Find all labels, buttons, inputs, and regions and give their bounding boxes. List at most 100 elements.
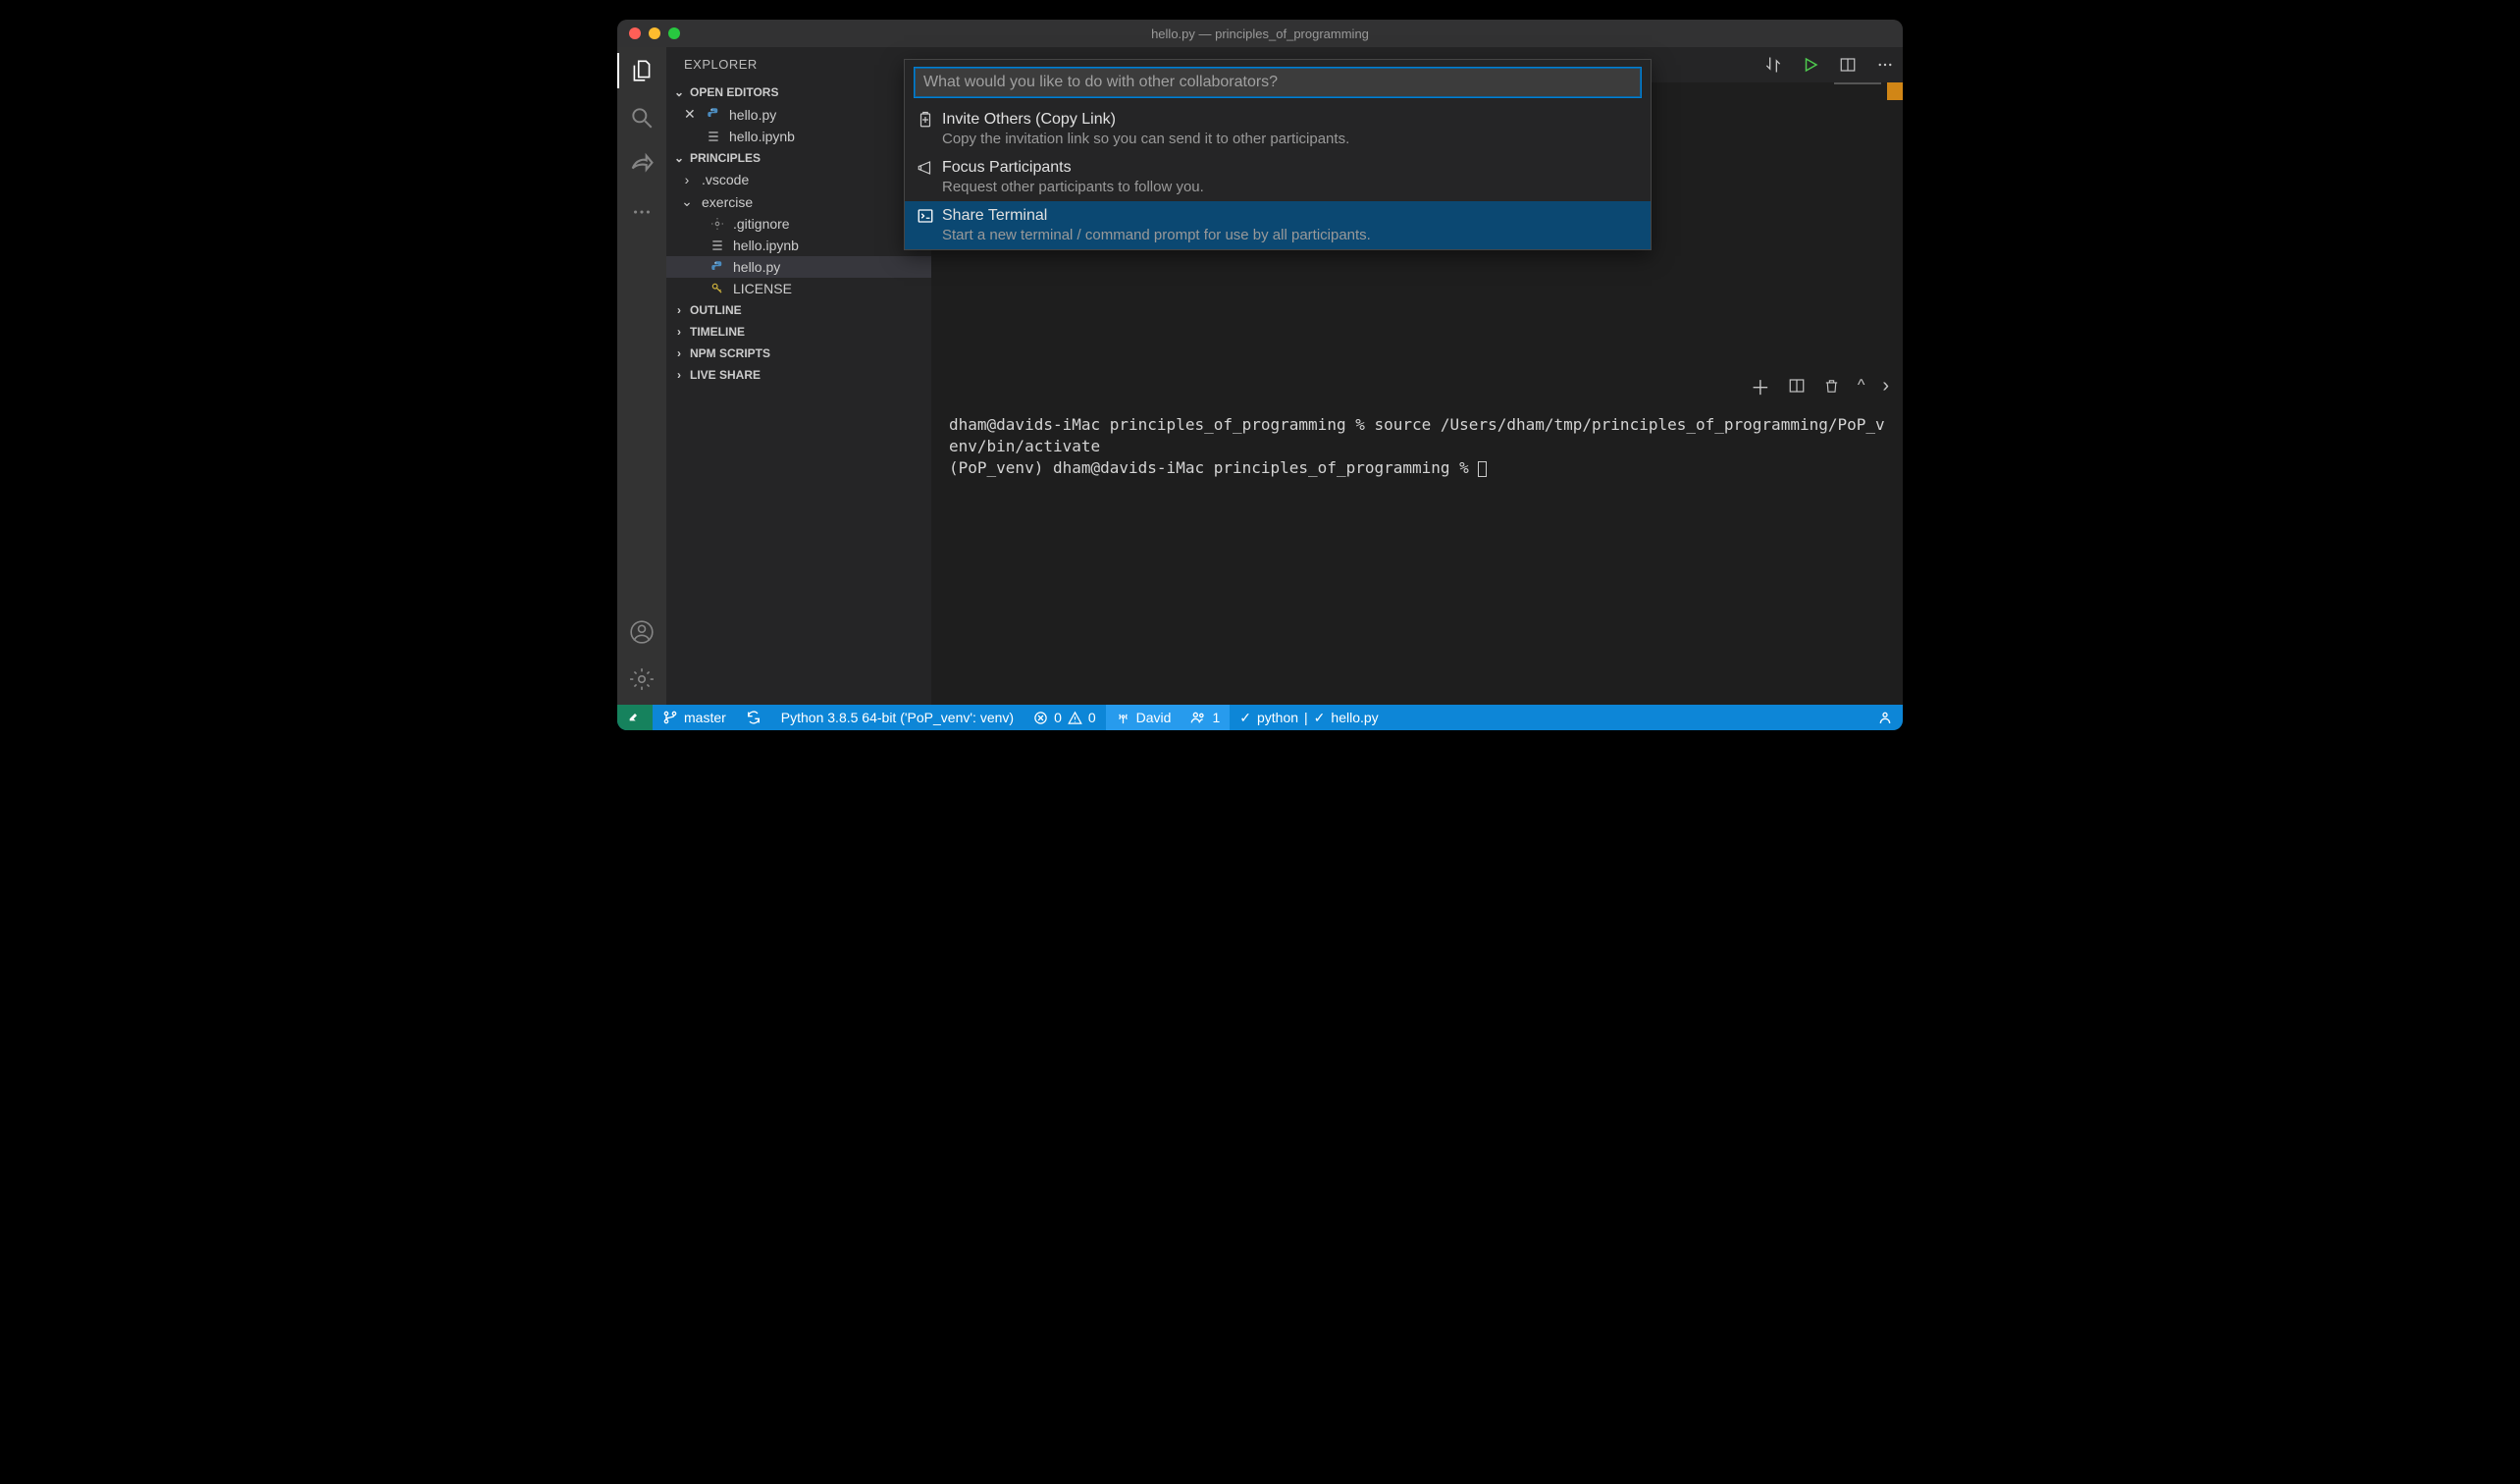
gear-icon (629, 666, 655, 692)
lang-label: python (1257, 710, 1298, 725)
minimap-marker (1887, 82, 1903, 100)
user-name: David (1136, 710, 1172, 725)
open-editors-label: OPEN EDITORS (690, 85, 778, 99)
chevron-down-icon: ⌄ (680, 193, 694, 210)
expand-icon[interactable]: › (1882, 375, 1889, 398)
trash-icon[interactable] (1823, 378, 1840, 395)
share-arrow-icon (628, 151, 656, 179)
python-interpreter[interactable]: Python 3.8.5 64-bit ('PoP_venv': venv) (771, 705, 1024, 730)
sync-icon (746, 710, 761, 725)
terminal-cursor (1478, 461, 1487, 477)
terminal-output[interactable]: dham@davids-iMac principles_of_programmi… (931, 406, 1903, 706)
file-name: hello.py (733, 259, 780, 275)
git-branch[interactable]: master (653, 705, 736, 730)
file-item[interactable]: hello.py (666, 256, 931, 278)
timeline-section[interactable]: › TIMELINE (666, 321, 931, 343)
run-icon[interactable] (1801, 55, 1820, 75)
interpreter-label: Python 3.8.5 64-bit ('PoP_venv': venv) (781, 710, 1014, 725)
terminal-line: (PoP_venv) dham@davids-iMac principles_o… (949, 458, 1478, 477)
file-item[interactable]: .gitignore (666, 213, 931, 235)
close-icon[interactable]: ✕ (684, 106, 698, 123)
search-tab[interactable] (628, 104, 656, 132)
terminal-line: dham@davids-iMac principles_of_programmi… (949, 415, 1885, 455)
lint-status[interactable]: ✓ python | ✓ hello.py (1230, 705, 1388, 730)
input-placeholder: What would you like to do with other col… (923, 74, 1278, 91)
file-label: hello.py (1331, 710, 1378, 725)
terminal-toolbar: ＋ ^ › (931, 366, 1903, 406)
file-item[interactable]: hello.ipynb (666, 235, 931, 256)
file-item[interactable]: LICENSE (666, 278, 931, 299)
check-icon: ✓ (1314, 710, 1326, 726)
command-title: Invite Others (Copy Link) (942, 111, 1116, 129)
command-item-share-terminal[interactable]: Share Terminal Start a new terminal / co… (905, 201, 1651, 249)
warning-icon (1068, 711, 1082, 725)
command-palette: What would you like to do with other col… (904, 59, 1652, 250)
panel-label: NPM SCRIPTS (690, 346, 770, 360)
check-icon: ✓ (1239, 710, 1251, 726)
antenna-icon (1116, 711, 1130, 725)
command-item-invite[interactable]: Invite Others (Copy Link) Copy the invit… (905, 105, 1651, 153)
participant-count: 1 (1212, 710, 1220, 725)
key-icon (709, 281, 725, 296)
error-icon (1033, 711, 1048, 725)
panel-label: LIVE SHARE (690, 368, 761, 382)
open-editors-section[interactable]: ⌄ OPEN EDITORS (666, 81, 931, 103)
file-name: hello.ipynb (733, 238, 799, 253)
python-icon (709, 259, 725, 275)
split-terminal-icon[interactable] (1788, 377, 1806, 395)
open-editor-item[interactable]: ✕ hello.py (666, 103, 931, 126)
file-name: hello.py (729, 107, 776, 123)
panel-label: OUTLINE (690, 303, 742, 317)
chevron-right-icon: › (680, 172, 694, 187)
command-title: Share Terminal (942, 207, 1047, 225)
more-tab[interactable] (628, 198, 656, 226)
liveshare-status[interactable] (617, 705, 653, 730)
folder-item[interactable]: ⌄ exercise (666, 190, 931, 213)
command-input[interactable]: What would you like to do with other col… (915, 68, 1641, 97)
people-icon (1190, 710, 1206, 725)
feedback-button[interactable] (1867, 705, 1903, 730)
compare-icon[interactable] (1763, 55, 1783, 75)
folder-item[interactable]: › .vscode (666, 169, 931, 190)
folder-name: exercise (702, 194, 753, 210)
command-desc: Copy the invitation link so you can send… (917, 131, 1639, 147)
notebook-icon (706, 129, 721, 144)
more-actions-icon[interactable] (1875, 55, 1895, 75)
app-window: hello.py — principles_of_programming (617, 20, 1903, 730)
chevron-right-icon: › (672, 325, 686, 339)
participants[interactable]: 1 (1181, 705, 1230, 730)
open-editor-item[interactable]: hello.ipynb (666, 126, 931, 147)
chevron-right-icon: › (672, 303, 686, 317)
project-section[interactable]: ⌄ PRINCIPLES (666, 147, 931, 169)
new-terminal-icon[interactable]: ＋ (1751, 372, 1770, 400)
liveshare-section[interactable]: › LIVE SHARE (666, 364, 931, 386)
titlebar: hello.py — principles_of_programming (617, 20, 1903, 47)
outline-section[interactable]: › OUTLINE (666, 299, 931, 321)
liveshare-tab[interactable] (628, 151, 656, 179)
split-editor-icon[interactable] (1838, 55, 1858, 75)
sync-button[interactable] (736, 705, 771, 730)
collapse-icon[interactable]: ^ (1858, 377, 1865, 395)
branch-name: master (684, 710, 726, 725)
chevron-right-icon: › (672, 368, 686, 382)
minimap[interactable] (1834, 82, 1903, 102)
explorer-tab[interactable] (628, 57, 656, 84)
command-item-focus[interactable]: Focus Participants Request other partici… (905, 153, 1651, 201)
npm-section[interactable]: › NPM SCRIPTS (666, 343, 931, 364)
liveshare-user[interactable]: David (1106, 705, 1181, 730)
chevron-down-icon: ⌄ (672, 151, 686, 165)
settings-tab[interactable] (628, 665, 656, 693)
notebook-icon (709, 238, 725, 253)
person-icon (1877, 710, 1893, 725)
accounts-tab[interactable] (628, 618, 656, 646)
command-desc: Start a new terminal / command prompt fo… (917, 227, 1639, 243)
activity-bar (617, 47, 666, 705)
chevron-right-icon: › (672, 346, 686, 360)
command-desc: Request other participants to follow you… (917, 179, 1639, 195)
folder-name: .vscode (702, 172, 749, 187)
broadcast-icon (627, 710, 643, 725)
files-icon (629, 58, 655, 83)
clipboard-icon (917, 111, 934, 129)
panel-label: TIMELINE (690, 325, 745, 339)
problems[interactable]: 0 0 (1024, 705, 1106, 730)
